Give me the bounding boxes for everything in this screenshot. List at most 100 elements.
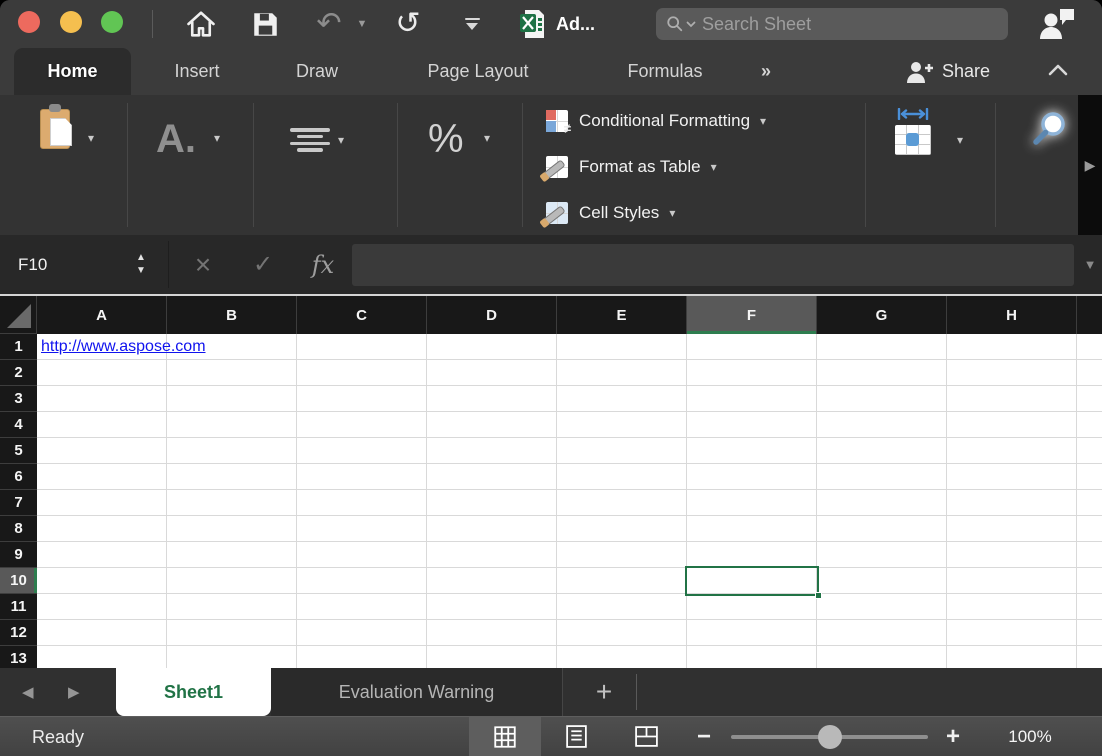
tab-formulas[interactable]: Formulas — [603, 48, 727, 95]
previous-sheet-icon[interactable]: ◀ — [22, 668, 34, 716]
select-all-button[interactable] — [0, 296, 37, 334]
insert-function-icon[interactable]: fx — [306, 235, 340, 294]
row-header-13[interactable]: 13 — [0, 646, 37, 668]
paste-clipboard-icon[interactable] — [40, 109, 80, 159]
tab-home[interactable]: Home — [14, 48, 131, 95]
close-window-button[interactable] — [18, 11, 40, 33]
dropdown-icon: ▾ — [760, 114, 766, 128]
column-header-H[interactable]: H — [947, 296, 1077, 334]
tab-page-layout[interactable]: Page Layout — [398, 48, 558, 95]
search-icon — [666, 15, 684, 33]
undo-icon[interactable]: ↶ — [312, 0, 346, 48]
row-header-column: 1 2 3 4 5 6 7 8 9 10 11 12 13 — [0, 334, 37, 668]
font-icon[interactable]: A. — [156, 119, 196, 159]
formula-bar-divider — [168, 241, 169, 288]
format-as-table-button[interactable]: Format as Table ▾ — [545, 152, 717, 182]
sheet-tab-evaluation-warning[interactable]: Evaluation Warning — [271, 668, 563, 716]
toolbar-options-icon[interactable] — [454, 0, 490, 48]
row-header-3[interactable]: 3 — [0, 386, 37, 412]
next-sheet-icon[interactable]: ▶ — [68, 668, 80, 716]
status-text: Ready — [32, 717, 84, 756]
contact-support-icon[interactable] — [1030, 0, 1084, 48]
search-scope-chevron-icon[interactable] — [686, 20, 696, 28]
tab-draw[interactable]: Draw — [281, 48, 353, 95]
row-header-9[interactable]: 9 — [0, 542, 37, 568]
page-layout-view-button[interactable] — [548, 717, 604, 756]
normal-view-button[interactable] — [469, 717, 541, 756]
sheet-tab-sheet1[interactable]: Sheet1 — [116, 668, 271, 716]
confirm-entry-icon[interactable]: ✓ — [246, 235, 280, 294]
zoom-window-button[interactable] — [101, 11, 123, 33]
page-break-view-button[interactable] — [618, 717, 674, 756]
row-header-12[interactable]: 12 — [0, 620, 37, 646]
zoom-out-button[interactable]: − — [697, 717, 711, 756]
status-bar: Ready − + 100% — [0, 716, 1102, 756]
collapse-ribbon-chevron-icon[interactable] — [1046, 62, 1070, 83]
ribbon-expand-strip[interactable]: ▶ — [1078, 95, 1102, 235]
cells-icon[interactable] — [895, 107, 935, 155]
ribbon-divider — [865, 103, 866, 227]
conditional-formatting-icon: ≠ — [545, 109, 569, 133]
cell-styles-button[interactable]: Cell Styles ▾ — [545, 198, 675, 228]
save-icon[interactable] — [248, 0, 282, 48]
undo-dropdown-icon[interactable]: ▼ — [352, 0, 372, 48]
row-header-1[interactable]: 1 — [0, 334, 37, 360]
number-format-icon[interactable]: % — [428, 119, 464, 159]
name-box[interactable]: F10 — [18, 235, 47, 294]
formula-bar: F10 ▲ ▼ × ✓ fx ▼ — [0, 235, 1102, 296]
share-button[interactable]: Share — [905, 48, 990, 95]
cell-styles-icon — [545, 201, 569, 225]
column-header-A[interactable]: A — [37, 296, 167, 334]
formula-bar-dropdown-icon[interactable]: ▼ — [1078, 235, 1102, 294]
alignment-dropdown-icon[interactable]: ▾ — [338, 133, 344, 147]
row-header-5[interactable]: 5 — [0, 438, 37, 464]
column-header-F[interactable]: F — [687, 296, 817, 334]
page-layout-view-icon — [564, 724, 589, 749]
fill-handle[interactable] — [815, 592, 822, 599]
tab-overflow-chevrons[interactable]: » — [744, 48, 788, 95]
font-dropdown-icon[interactable]: ▾ — [214, 131, 220, 145]
add-sheet-button[interactable]: + — [580, 668, 628, 716]
search-field[interactable] — [656, 8, 1008, 40]
excel-window: ↶ ▼ ↺ Ad... — [0, 0, 1102, 756]
page-break-view-icon — [634, 724, 659, 749]
zoom-slider[interactable] — [731, 735, 928, 739]
row-header-10[interactable]: 10 — [0, 568, 37, 594]
column-header-C[interactable]: C — [297, 296, 427, 334]
row-header-8[interactable]: 8 — [0, 516, 37, 542]
zoom-in-button[interactable]: + — [946, 717, 960, 756]
ribbon: ▾ Clipboard A. ▾ Font ▾ Alignment % ▾ Nu… — [0, 95, 1102, 235]
column-header-D[interactable]: D — [427, 296, 557, 334]
cancel-entry-icon[interactable]: × — [186, 235, 220, 294]
row-header-6[interactable]: 6 — [0, 464, 37, 490]
zoom-slider-thumb[interactable] — [818, 725, 842, 749]
column-header-partial[interactable] — [1077, 296, 1102, 334]
document-title: Ad... — [556, 0, 595, 48]
row-header-11[interactable]: 11 — [0, 594, 37, 620]
row-header-2[interactable]: 2 — [0, 360, 37, 386]
zoom-level[interactable]: 100% — [985, 717, 1075, 756]
row-header-7[interactable]: 7 — [0, 490, 37, 516]
selected-cell-F10[interactable] — [685, 566, 819, 596]
formula-input[interactable] — [352, 244, 1074, 286]
clipboard-dropdown-icon[interactable]: ▾ — [88, 131, 94, 145]
minimize-window-button[interactable] — [60, 11, 82, 33]
column-header-B[interactable]: B — [167, 296, 297, 334]
column-header-G[interactable]: G — [817, 296, 947, 334]
cells-dropdown-icon[interactable]: ▾ — [957, 133, 963, 147]
ribbon-expand-icon[interactable]: ▶ — [1085, 157, 1096, 174]
conditional-formatting-button[interactable]: ≠ Conditional Formatting ▾ — [545, 106, 766, 136]
search-input[interactable] — [702, 14, 952, 35]
column-header-E[interactable]: E — [557, 296, 687, 334]
home-icon[interactable] — [184, 0, 218, 48]
row-header-4[interactable]: 4 — [0, 412, 37, 438]
format-as-table-icon — [545, 155, 569, 179]
redo-icon[interactable]: ↺ — [390, 0, 426, 48]
alignment-icon[interactable] — [288, 125, 332, 155]
cells-area[interactable]: http://www.aspose.com — [37, 334, 1102, 668]
tab-insert[interactable]: Insert — [158, 48, 236, 95]
name-box-spinner[interactable]: ▲ ▼ — [136, 235, 146, 294]
cell-A1-hyperlink[interactable]: http://www.aspose.com — [41, 334, 206, 360]
editing-find-icon[interactable] — [1028, 109, 1070, 158]
number-dropdown-icon[interactable]: ▾ — [484, 131, 490, 145]
